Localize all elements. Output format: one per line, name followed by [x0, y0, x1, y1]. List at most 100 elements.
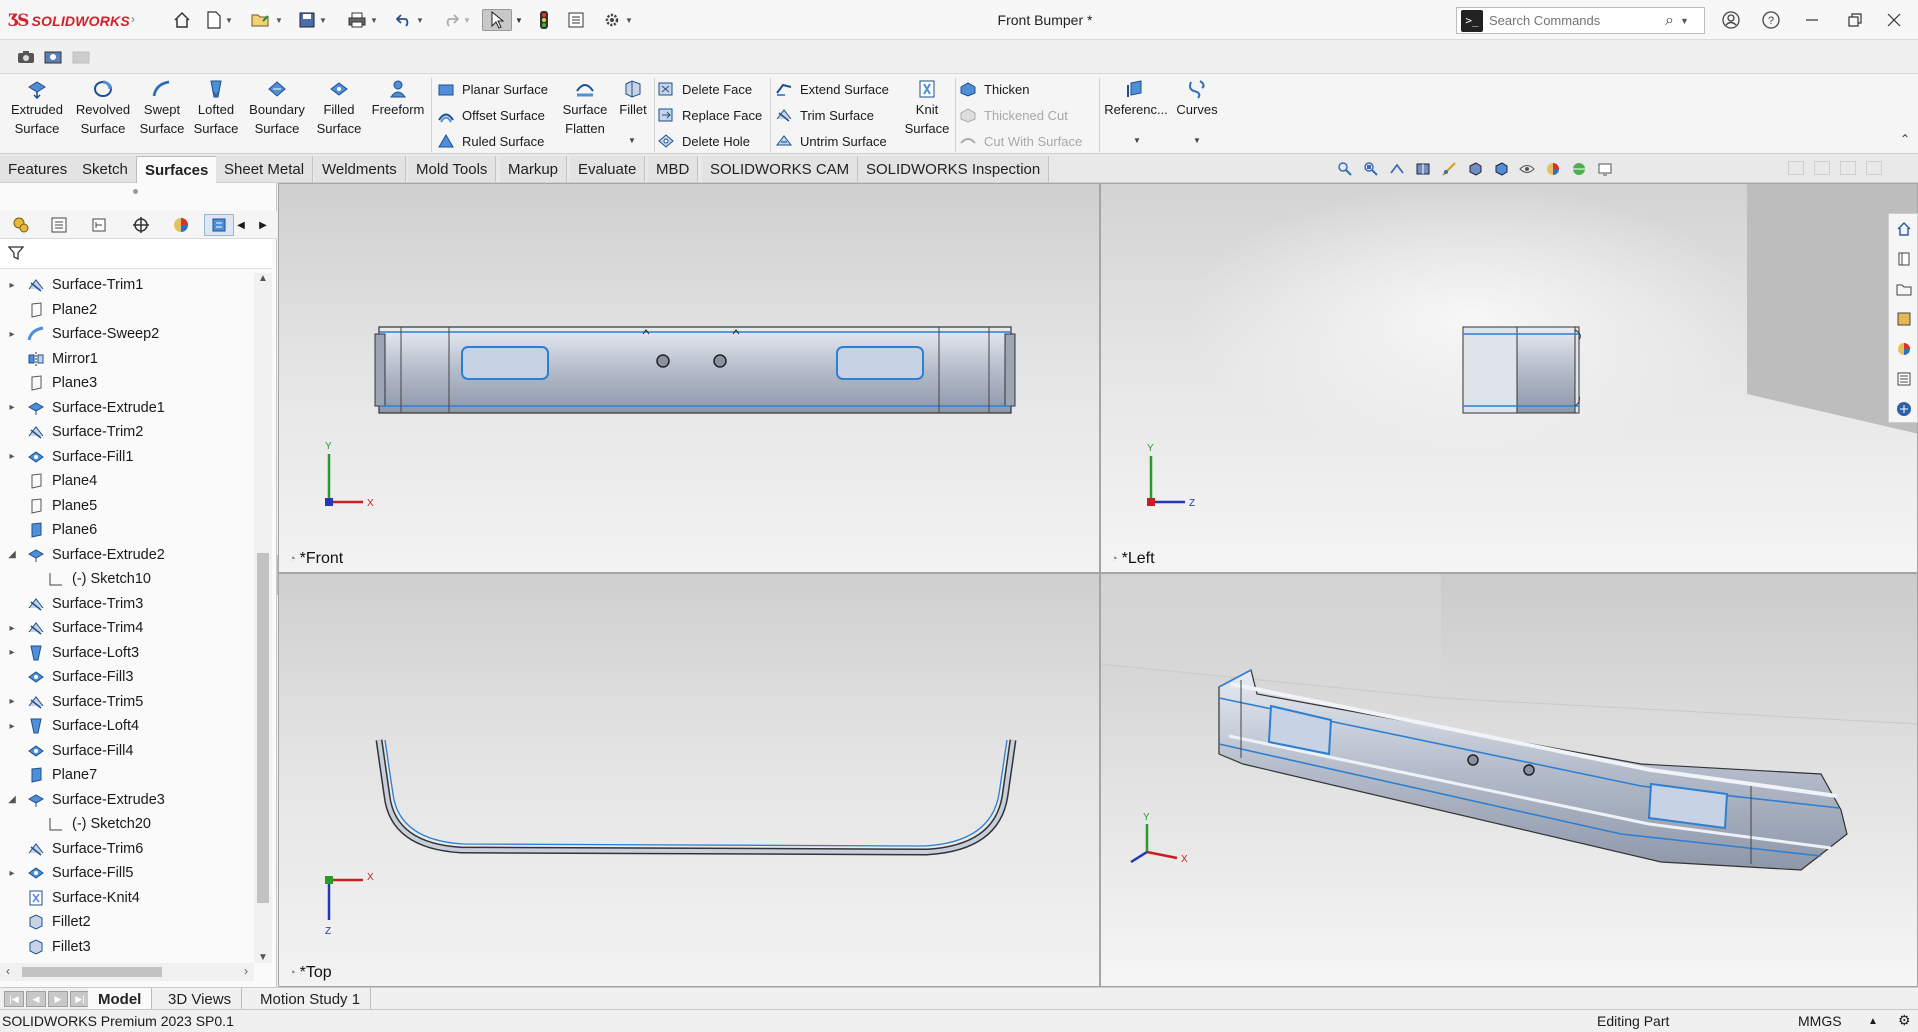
configuration-manager-tab-icon[interactable]	[84, 214, 114, 236]
surface-flatten-button[interactable]: Surface Flatten	[560, 78, 610, 138]
collapse-ribbon-icon[interactable]: ⌃	[1900, 132, 1910, 146]
close-icon[interactable]	[1882, 9, 1906, 31]
tree-item[interactable]: ◢ Surface-Extrude2	[0, 543, 254, 567]
scrollbar-thumb[interactable]	[257, 553, 269, 903]
file-explorer-icon[interactable]	[1893, 278, 1915, 300]
appearances-icon[interactable]	[1893, 338, 1915, 360]
tab-sheet-metal[interactable]: Sheet Metal	[216, 156, 314, 182]
delete-face-button[interactable]: Delete Face	[656, 78, 752, 100]
tree-item[interactable]: Surface-Trim6	[0, 837, 254, 861]
zoom-to-fit-icon[interactable]	[1334, 158, 1356, 180]
tree-item[interactable]: ▸ Surface-Fill1	[0, 445, 254, 469]
tree-item[interactable]: ▸ Surface-Loft3	[0, 641, 254, 665]
viewport-tile-icon[interactable]	[1814, 161, 1830, 175]
undo-icon[interactable]: ▼	[392, 9, 428, 31]
solidworks-resources-icon[interactable]	[1893, 218, 1915, 240]
tree-vertical-scrollbar[interactable]: ▲ ▼	[254, 273, 272, 963]
view-palette-icon[interactable]	[1893, 308, 1915, 330]
tree-item[interactable]: Surface-Fill4	[0, 739, 254, 763]
restore-icon[interactable]	[1843, 9, 1867, 31]
tree-item[interactable]: Plane5	[0, 494, 254, 518]
tree-item[interactable]: ▸ Surface-Sweep2	[0, 322, 254, 346]
planar-surface-button[interactable]: Planar Surface	[436, 78, 548, 100]
knit-surface-button[interactable]: Knit Surface	[902, 78, 952, 138]
tree-item[interactable]: (-) Sketch20	[0, 812, 254, 836]
thicken-button[interactable]: Thicken	[958, 78, 1030, 100]
file-properties-icon[interactable]	[564, 9, 588, 31]
search-dropdown-icon[interactable]: ▼	[1680, 16, 1689, 26]
options-gear-icon[interactable]: ▼	[598, 9, 638, 31]
tree-item[interactable]: Plane7	[0, 763, 254, 787]
apply-scene-icon[interactable]	[1568, 158, 1590, 180]
tab-markup[interactable]: Markup	[500, 156, 568, 182]
property-manager-tab-icon[interactable]	[44, 214, 74, 236]
tree-item[interactable]: Surface-Trim2	[0, 420, 254, 444]
viewport-isometric[interactable]: Y X	[1100, 573, 1918, 987]
tree-item[interactable]: ▸ Surface-Trim5	[0, 690, 254, 714]
revolved-surface-button[interactable]: Revolved Surface	[74, 78, 132, 138]
collapse-arrow-icon[interactable]: ◢	[6, 549, 18, 560]
search-commands-box[interactable]: >_ ⌕ ▼	[1456, 7, 1705, 34]
expand-arrow-icon[interactable]: ▸	[6, 402, 18, 413]
reference-dropdown-icon[interactable]: ▼	[1133, 136, 1141, 145]
tab-scroll-right-icon[interactable]: ▶	[254, 214, 272, 236]
tab-weldments[interactable]: Weldments	[314, 156, 406, 182]
view-settings-icon[interactable]	[1594, 158, 1616, 180]
tree-item[interactable]: ▸ Surface-Fill5	[0, 861, 254, 885]
prev-tab-icon[interactable]: ◀	[26, 991, 46, 1007]
view-orientation-dropdown-icon[interactable]	[1464, 158, 1486, 180]
expand-arrow-icon[interactable]: ▸	[6, 623, 18, 634]
delete-hole-button[interactable]: Delete Hole	[656, 130, 750, 152]
expand-arrow-icon[interactable]: ▸	[6, 451, 18, 462]
status-units[interactable]: MMGS	[1798, 1013, 1842, 1029]
panel-grip[interactable]	[133, 189, 138, 194]
fillet-dropdown-icon[interactable]: ▼	[628, 136, 636, 145]
thickened-cut-button[interactable]: Thickened Cut	[958, 104, 1068, 126]
screen-capture-icon[interactable]	[42, 48, 64, 66]
trim-surface-button[interactable]: Trim Surface	[774, 104, 874, 126]
viewport-close-icon[interactable]	[1866, 161, 1882, 175]
expand-arrow-icon[interactable]: ▸	[6, 280, 18, 291]
tab-surfaces[interactable]: Surfaces	[136, 156, 218, 183]
tree-item[interactable]: Plane4	[0, 469, 254, 493]
tab-scroll-left-icon[interactable]: ◀	[232, 214, 250, 236]
user-account-icon[interactable]	[1719, 9, 1743, 31]
edit-appearance-icon[interactable]	[1542, 158, 1564, 180]
reference-geometry-button[interactable]: Referenc...	[1104, 78, 1168, 119]
extend-surface-button[interactable]: Extend Surface	[774, 78, 889, 100]
display-manager-tab-icon[interactable]	[166, 214, 196, 236]
tree-item[interactable]: ◢ Surface-Extrude3	[0, 788, 254, 812]
tab-3d-views[interactable]: 3D Views	[158, 988, 243, 1010]
select-dropdown-icon[interactable]: ▼	[514, 9, 524, 31]
tree-item[interactable]: Mirror1	[0, 347, 254, 371]
view-orientation-icon[interactable]: ◔	[289, 967, 296, 979]
curves-dropdown-icon[interactable]: ▼	[1193, 136, 1201, 145]
scroll-down-icon[interactable]: ▼	[258, 952, 268, 963]
lofted-surface-button[interactable]: Lofted Surface	[192, 78, 240, 138]
zoom-to-area-icon[interactable]	[1360, 158, 1382, 180]
open-icon[interactable]: ▼	[248, 9, 286, 31]
dynamic-annotation-icon[interactable]	[1438, 158, 1460, 180]
ruled-surface-button[interactable]: Ruled Surface	[436, 130, 544, 152]
tree-filter-bar[interactable]	[0, 239, 272, 269]
dimxpert-tab-icon[interactable]	[126, 214, 156, 236]
view-orientation-icon[interactable]: ◔	[289, 553, 296, 565]
search-icon[interactable]: ⌕	[1665, 12, 1674, 30]
tab-model[interactable]: Model	[88, 988, 153, 1010]
scroll-up-icon[interactable]: ▲	[258, 273, 268, 284]
swept-surface-button[interactable]: Swept Surface	[140, 78, 184, 138]
boundary-surface-button[interactable]: Boundary Surface	[247, 78, 307, 138]
offset-surface-button[interactable]: Offset Surface	[436, 104, 545, 126]
collapse-arrow-icon[interactable]: ◢	[6, 794, 18, 805]
minimize-icon[interactable]	[1800, 9, 1824, 31]
tree-item[interactable]: Surface-Trim3	[0, 592, 254, 616]
tree-item[interactable]: ▸ Surface-Trim1	[0, 273, 254, 297]
tree-item[interactable]: Plane3	[0, 371, 254, 395]
save-icon[interactable]: ▼	[296, 9, 330, 31]
view-orientation-icon[interactable]: ◔	[1111, 553, 1118, 565]
expand-arrow-icon[interactable]: ▸	[6, 696, 18, 707]
tree-item[interactable]: Plane6	[0, 518, 254, 542]
scroll-left-icon[interactable]: ‹	[6, 964, 10, 978]
tree-item[interactable]: ▸ Surface-Loft4	[0, 714, 254, 738]
tab-motion-study-1[interactable]: Motion Study 1	[250, 988, 372, 1010]
